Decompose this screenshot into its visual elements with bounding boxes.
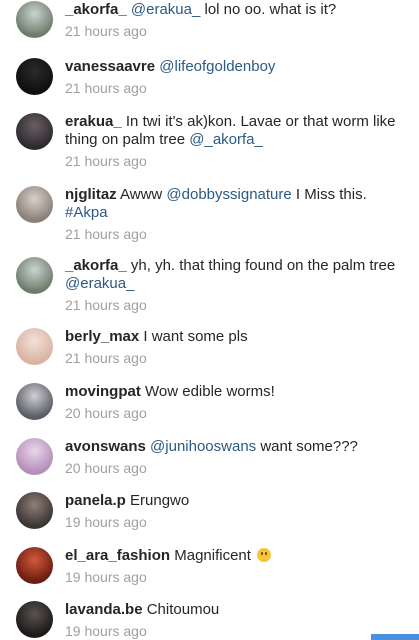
comment-timestamp: 21 hours ago bbox=[65, 297, 147, 313]
comment-timestamp: 19 hours ago bbox=[65, 514, 147, 530]
comment-text: I Miss this. bbox=[291, 186, 367, 203]
comment-body: vanessaavre @lifeofgoldenboy 21 hours ago bbox=[65, 58, 405, 97]
avatar[interactable] bbox=[16, 383, 53, 420]
comment-body: berly_max I want some pls 21 hours ago bbox=[65, 328, 405, 367]
comment-text: Chitoumou bbox=[146, 601, 220, 618]
comment-text: Magnificent bbox=[174, 547, 256, 564]
comment-timestamp: 19 hours ago bbox=[65, 569, 147, 585]
comment-username[interactable]: el_ara_fashion bbox=[65, 547, 170, 564]
mention-link[interactable]: @_akorfa_ bbox=[189, 131, 263, 148]
comment-body: _akorfa_ yh, yh. that thing found on the… bbox=[65, 257, 405, 314]
comment-body: _akorfa_ @erakua_ lol no oo. what is it?… bbox=[65, 1, 405, 40]
comment-username[interactable]: berly_max bbox=[65, 328, 139, 345]
mention-link[interactable]: #Akpa bbox=[65, 204, 108, 221]
mention-link[interactable]: @lifeofgoldenboy bbox=[159, 58, 275, 75]
comment-text: want some??? bbox=[256, 438, 358, 455]
comment-body: avonswans @junihooswans want some??? 20 h… bbox=[65, 438, 405, 477]
avatar[interactable] bbox=[16, 547, 53, 584]
comments-list: _akorfa_ @erakua_ lol no oo. what is it?… bbox=[0, 0, 419, 640]
comment-username[interactable]: lavanda.be bbox=[65, 601, 143, 618]
avatar[interactable] bbox=[16, 438, 53, 475]
comment-timestamp: 21 hours ago bbox=[65, 80, 147, 96]
comment-username[interactable]: erakua_ bbox=[65, 113, 122, 130]
comment-body: panela.p Erungwo 19 hours ago bbox=[65, 492, 405, 531]
mention-link[interactable]: @erakua_ bbox=[65, 275, 134, 292]
comment-timestamp: 21 hours ago bbox=[65, 350, 147, 366]
avatar[interactable] bbox=[16, 492, 53, 529]
comment-timestamp: 20 hours ago bbox=[65, 405, 147, 421]
avatar[interactable] bbox=[16, 186, 53, 223]
comment-username[interactable]: _akorfa_ bbox=[65, 257, 127, 274]
avatar[interactable] bbox=[16, 113, 53, 150]
mention-link[interactable]: @junihooswans bbox=[150, 438, 256, 455]
mention-link[interactable]: @erakua_ bbox=[131, 1, 200, 18]
comment-body: movingpat Wow edible worms! 20 hours ago bbox=[65, 383, 405, 422]
comment-timestamp: 20 hours ago bbox=[65, 460, 147, 476]
comment-text: I want some pls bbox=[143, 328, 248, 345]
comment-text: lol no oo. what is it? bbox=[200, 1, 337, 18]
comment-text: Wow edible worms! bbox=[145, 383, 275, 400]
comment-timestamp: 21 hours ago bbox=[65, 226, 147, 242]
comment-body: njglitaz Awww @dobbyssignature I Miss th… bbox=[65, 186, 405, 243]
comment-body: el_ara_fashion Magnificent 19 hours ago bbox=[65, 547, 405, 586]
comment-timestamp: 21 hours ago bbox=[65, 153, 147, 169]
comment-body: erakua_ In twi it's ak)kon. Lavae or tha… bbox=[65, 113, 405, 170]
grinning-face-emoji bbox=[257, 548, 272, 562]
comment-username[interactable]: njglitaz bbox=[65, 186, 117, 203]
comment-text: Awww bbox=[120, 186, 167, 203]
bottom-bar-accent bbox=[371, 634, 419, 640]
comment-username[interactable]: vanessaavre bbox=[65, 58, 155, 75]
comment-timestamp: 21 hours ago bbox=[65, 23, 147, 39]
comment-body: lavanda.be Chitoumou 19 hours ago bbox=[65, 601, 405, 640]
comment-username[interactable]: _akorfa_ bbox=[65, 1, 127, 18]
comment-timestamp: 19 hours ago bbox=[65, 623, 147, 639]
avatar[interactable] bbox=[16, 58, 53, 95]
avatar[interactable] bbox=[16, 601, 53, 638]
comment-username[interactable]: panela.p bbox=[65, 492, 126, 509]
mention-link[interactable]: @dobbyssignature bbox=[166, 186, 291, 203]
avatar[interactable] bbox=[16, 1, 53, 38]
avatar[interactable] bbox=[16, 257, 53, 294]
comment-username[interactable]: movingpat bbox=[65, 383, 141, 400]
avatar[interactable] bbox=[16, 328, 53, 365]
comment-text: Erungwo bbox=[130, 492, 190, 509]
comment-text: yh, yh. that thing found on the palm tre… bbox=[130, 257, 396, 274]
comment-username[interactable]: avonswans bbox=[65, 438, 146, 455]
